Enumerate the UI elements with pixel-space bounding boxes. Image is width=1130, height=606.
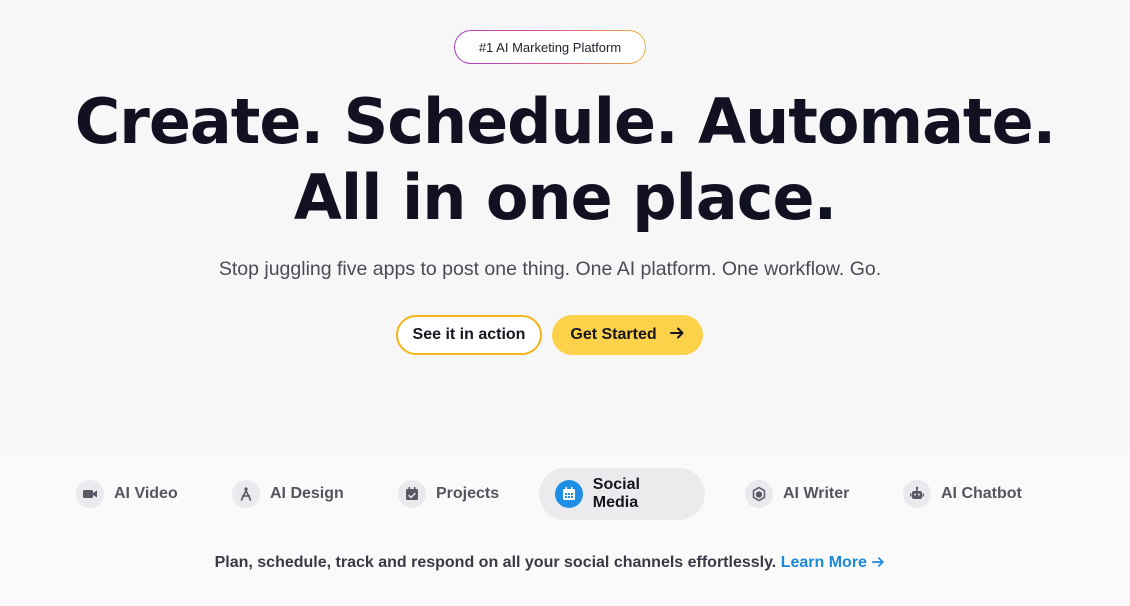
tab-label: AI Chatbot xyxy=(941,485,1022,502)
headline-line-1: Create. Schedule. Automate. xyxy=(74,85,1056,158)
get-started-button[interactable]: Get Started xyxy=(552,315,703,355)
tab-label: AI Video xyxy=(114,485,178,502)
tab-label: Projects xyxy=(436,485,500,502)
feature-tagline: Plan, schedule, track and respond on all… xyxy=(0,554,1100,572)
drawing-compass-icon xyxy=(232,480,260,508)
tab-ai-design[interactable]: AI Design xyxy=(216,468,360,520)
feature-tabs: AI Video AI Design Projects Social Media xyxy=(0,468,1130,522)
tab-social-media[interactable]: Social Media xyxy=(539,468,705,520)
hexagon-icon xyxy=(745,480,773,508)
video-camera-icon xyxy=(76,480,104,508)
tab-ai-writer[interactable]: AI Writer xyxy=(729,468,865,520)
see-it-in-action-label: See it in action xyxy=(412,326,526,343)
learn-more-link[interactable]: Learn More xyxy=(781,554,886,571)
platform-badge: #1 AI Marketing Platform xyxy=(454,30,646,64)
arrow-right-icon xyxy=(871,554,885,571)
see-it-in-action-button[interactable]: See it in action xyxy=(396,315,542,355)
robot-icon xyxy=(903,480,931,508)
tab-label: AI Writer xyxy=(783,485,850,502)
tab-label: AI Design xyxy=(270,485,344,502)
feature-section: AI Video AI Design Projects Social Media xyxy=(0,455,1130,606)
calendar-check-icon xyxy=(398,480,426,508)
calendar-grid-icon xyxy=(555,480,583,508)
tab-ai-chatbot[interactable]: AI Chatbot xyxy=(887,468,1038,520)
hero-subhead: Stop juggling five apps to post one thin… xyxy=(218,258,882,280)
arrow-right-icon xyxy=(669,325,685,345)
tab-label: Social Media xyxy=(592,476,640,511)
tagline-text: Plan, schedule, track and respond on all… xyxy=(214,554,777,571)
get-started-label: Get Started xyxy=(570,326,657,343)
platform-badge-label: #1 AI Marketing Platform xyxy=(455,31,645,63)
headline-line-2: All in one place. xyxy=(293,161,837,234)
tab-projects[interactable]: Projects xyxy=(382,468,515,520)
hero-headline: Create. Schedule. Automate. All in one p… xyxy=(0,84,1130,236)
hero-section: #1 AI Marketing Platform Create. Schedul… xyxy=(0,0,1130,455)
tab-ai-video[interactable]: AI Video xyxy=(60,468,194,520)
learn-more-label: Learn More xyxy=(780,554,867,571)
